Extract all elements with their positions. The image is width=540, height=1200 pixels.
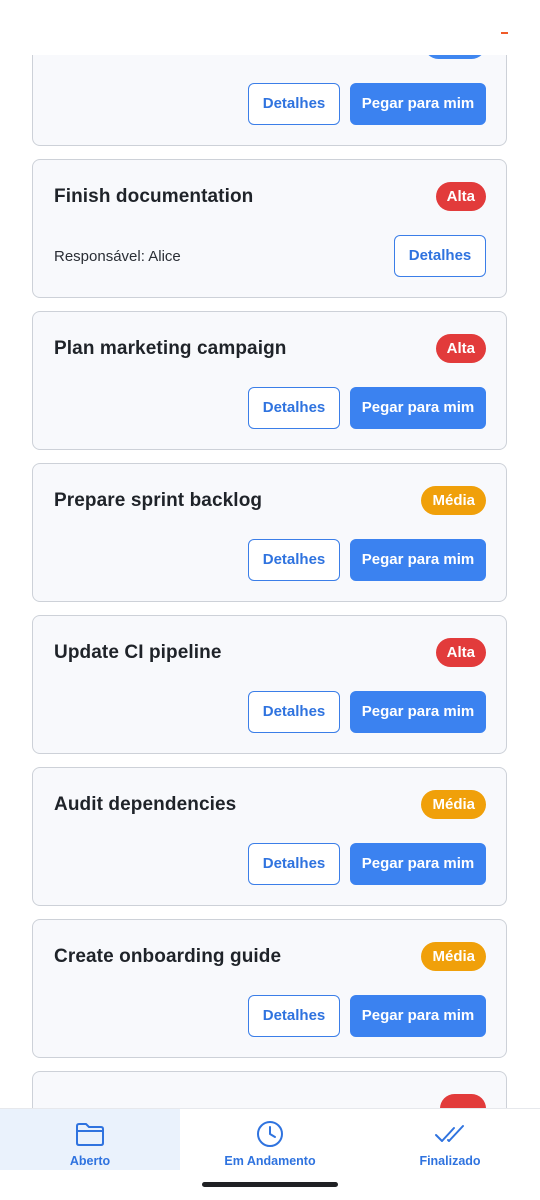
- task-card[interactable]: Audit dependencies Média Detalhes Pegar par…: [32, 767, 507, 906]
- take-task-button[interactable]: Pegar para mim: [350, 691, 486, 733]
- nav-label-aberto: Aberto: [69, 1154, 111, 1168]
- nav-label-em-andamento: Em Andamento: [224, 1154, 316, 1168]
- clock-icon: [257, 1121, 283, 1147]
- task-title: Create onboarding guide: [54, 946, 282, 967]
- details-button[interactable]: Detalhes: [394, 235, 486, 277]
- task-card[interactable]: Plan marketing campaign Alta Detalhes Pegar…: [32, 311, 507, 450]
- task-title: Update CI pipeline: [54, 642, 222, 663]
- task-card[interactable]: Update CI pipeline Alta Detalhes Pegar para…: [32, 615, 507, 754]
- details-button[interactable]: Detalhes: [248, 83, 340, 125]
- priority-badge: Média: [421, 790, 486, 819]
- app-screen: Refine user storiesBaixaDetalhesPegar pa…: [0, 0, 540, 1200]
- priority-badge: Baixa: [423, 55, 486, 59]
- task-list-viewport[interactable]: Refine user storiesBaixaDetalhesPegar pa…: [0, 55, 540, 1108]
- details-button[interactable]: Detalhes: [248, 995, 340, 1037]
- priority-badge: Alta: [435, 334, 486, 363]
- priority-badge: Alta: [435, 182, 486, 211]
- task-title: Prepare sprint backlog: [54, 490, 263, 511]
- task-card[interactable]: [32, 1071, 507, 1108]
- take-task-button[interactable]: Pegar para mim: [350, 387, 486, 429]
- task-title: Plan marketing campaign: [54, 338, 287, 359]
- priority-badge: [440, 1094, 486, 1108]
- take-task-button[interactable]: Pegar para mim: [350, 539, 486, 581]
- take-task-button[interactable]: Pegar para mim: [350, 995, 486, 1037]
- task-card[interactable]: Prepare sprint backlog Média Detalhes Pegar…: [32, 463, 507, 602]
- status-indicator: [501, 32, 508, 34]
- priority-badge: Alta: [435, 638, 486, 667]
- nav-label-finalizado: Finalizado: [419, 1154, 481, 1168]
- task-title: Finish documentation: [54, 186, 254, 207]
- bottom-navigation: Aberto Em Andamento Finalizado: [0, 1108, 540, 1170]
- home-indicator[interactable]: [202, 1182, 338, 1187]
- details-button[interactable]: Detalhes: [248, 387, 340, 429]
- take-task-button[interactable]: Pegar para mim: [350, 83, 486, 125]
- task-title: Refine user stories: [54, 55, 227, 56]
- priority-badge: Média: [421, 486, 486, 515]
- nav-tab-aberto[interactable]: Aberto: [0, 1109, 180, 1170]
- nav-tab-em-andamento[interactable]: Em Andamento: [180, 1109, 360, 1170]
- task-title: Audit dependencies: [54, 794, 237, 815]
- task-card[interactable]: Finish documentation Alta Responsável: Ali…: [32, 159, 507, 298]
- task-card[interactable]: Create onboarding guide Média Detalhes Pega…: [32, 919, 507, 1058]
- nav-tab-finalizado[interactable]: Finalizado: [360, 1109, 540, 1170]
- take-task-button[interactable]: Pegar para mim: [350, 843, 486, 885]
- folder-icon: [76, 1123, 104, 1146]
- task-card[interactable]: Refine user stories Baixa DetalhesPegar pa…: [32, 55, 507, 146]
- details-button[interactable]: Detalhes: [248, 691, 340, 733]
- details-button[interactable]: Detalhes: [248, 539, 340, 581]
- assignee-label: Responsável: Alice: [54, 248, 181, 265]
- double-check-icon: [435, 1125, 464, 1142]
- details-button[interactable]: Detalhes: [248, 843, 340, 885]
- task-list: Refine user storiesBaixaDetalhesPegar pa…: [32, 55, 507, 1108]
- priority-badge: Média: [421, 942, 486, 971]
